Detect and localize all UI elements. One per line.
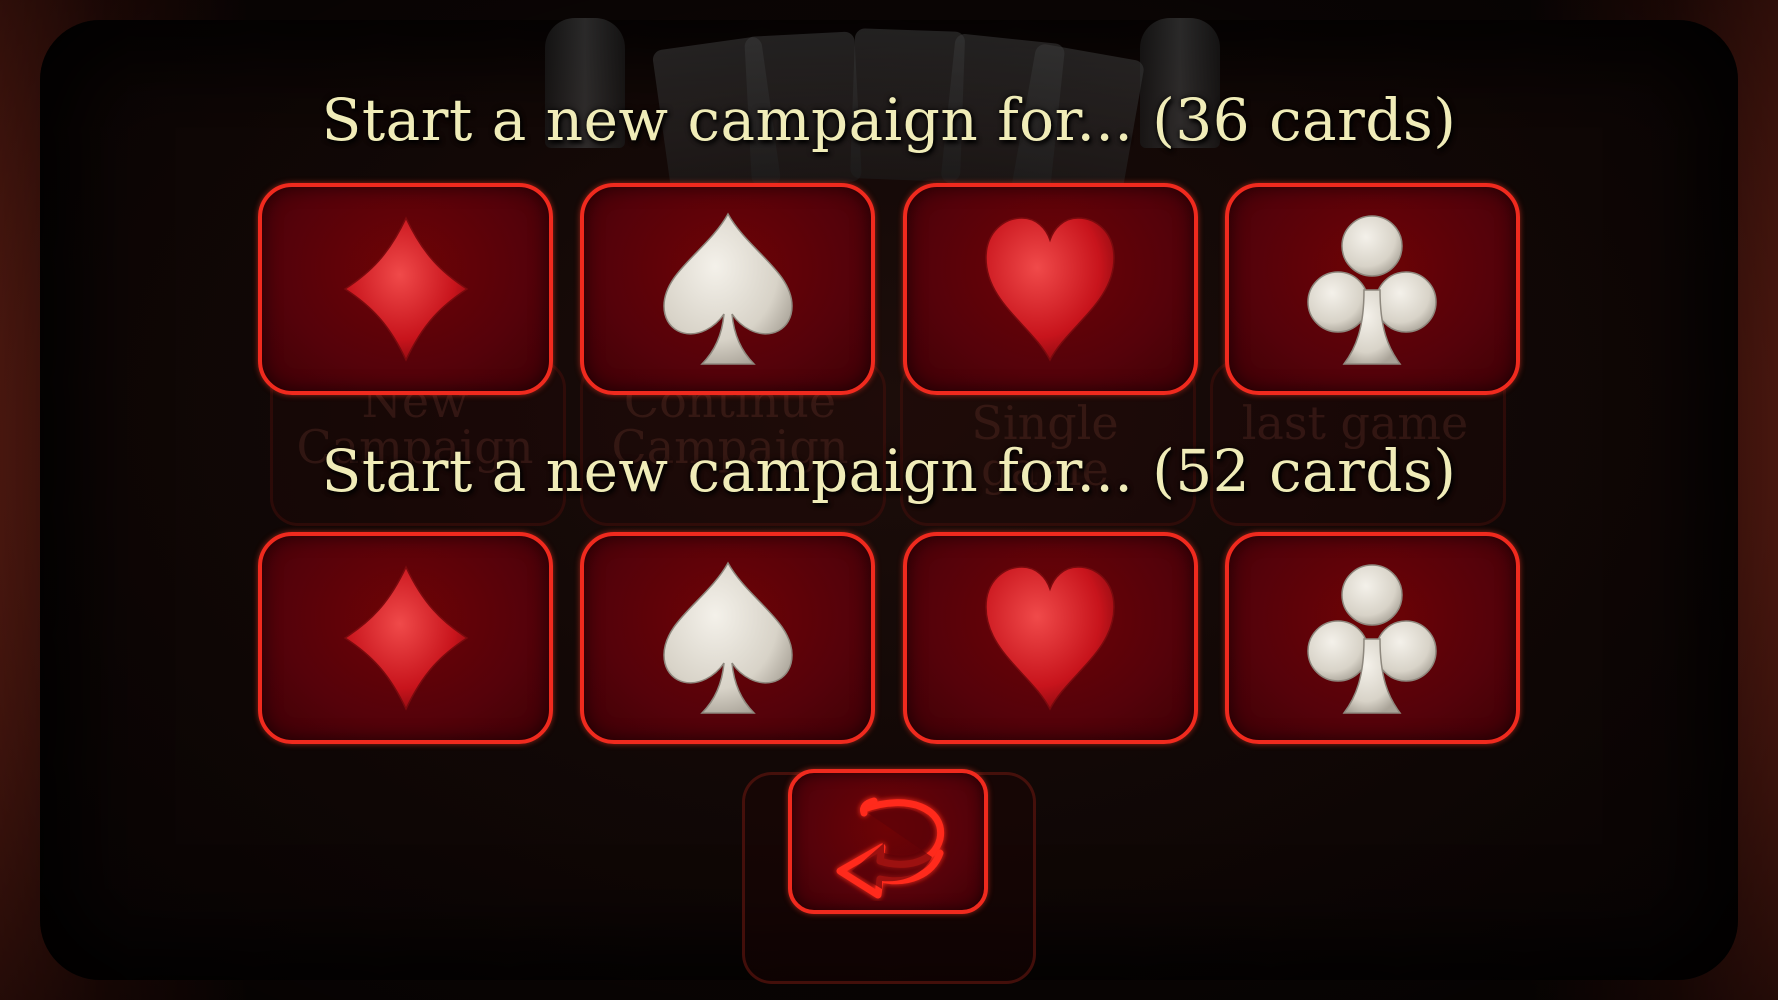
campaign-36-clubs-button[interactable] <box>1224 183 1520 395</box>
campaign-36-hearts-button[interactable] <box>902 183 1198 395</box>
suit-row-52 <box>258 532 1520 750</box>
heart-icon <box>985 566 1115 711</box>
club-icon <box>1307 564 1438 714</box>
club-icon <box>1307 215 1438 365</box>
back-button[interactable] <box>788 769 988 914</box>
spade-icon <box>663 212 793 365</box>
campaign-36-diamonds-button[interactable] <box>258 183 553 395</box>
campaign-36-heading: Start a new campaign for... (36 cards) <box>321 86 1457 154</box>
campaign-52-spades-button[interactable] <box>580 532 876 744</box>
campaign-36-spades-button[interactable] <box>580 183 876 395</box>
suit-row-36 <box>258 183 1520 401</box>
campaign-52-clubs-button[interactable] <box>1224 532 1520 744</box>
campaign-52-diamonds-button[interactable] <box>258 532 553 744</box>
campaign-52-heading: Start a new campaign for... (52 cards) <box>321 437 1457 505</box>
return-arrow-icon <box>836 797 945 898</box>
campaign-52-hearts-button[interactable] <box>902 532 1198 744</box>
heart-icon <box>985 217 1115 362</box>
diamond-icon <box>343 565 468 711</box>
spade-icon <box>663 561 793 714</box>
diamond-icon <box>343 216 468 362</box>
game-screen: New Campaign Continue Campaign Single ga… <box>0 0 1778 1000</box>
